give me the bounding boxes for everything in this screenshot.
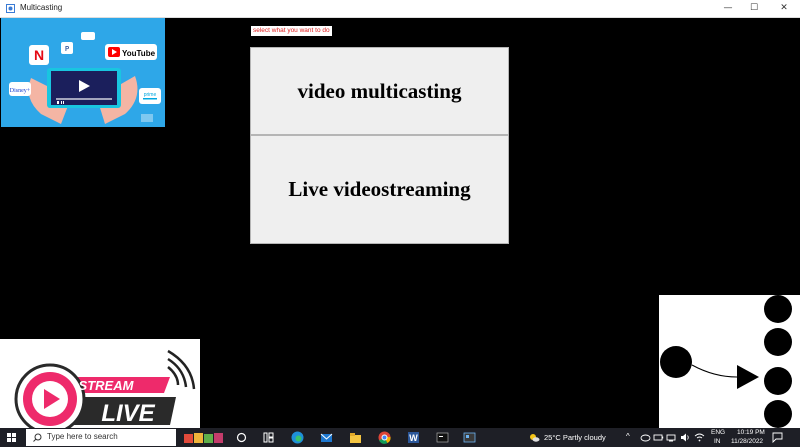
notification-icon[interactable] [772, 432, 783, 443]
window-title: Multicasting [20, 3, 63, 12]
multicast-diagram-image [659, 295, 800, 428]
stream-live-image: STREAM LIVE [0, 339, 200, 428]
wifi-icon[interactable] [694, 432, 705, 443]
widgets-icon[interactable] [183, 431, 225, 444]
folder-icon[interactable] [349, 431, 362, 444]
python-app-icon[interactable] [463, 431, 476, 444]
chrome-icon[interactable] [378, 431, 391, 444]
receiver-node [764, 400, 792, 428]
streaming-apps-image: N P YouTube Disney+ prime [1, 18, 165, 127]
volume-icon[interactable] [680, 432, 691, 443]
source-node [660, 346, 692, 378]
close-button[interactable]: ✕ [770, 0, 798, 17]
instruction-label: select what you want to do [251, 26, 332, 36]
clock-date[interactable]: 11/28/2022 [731, 438, 763, 445]
clock-time[interactable]: 10:19 PM [737, 429, 765, 436]
mail-icon[interactable] [320, 431, 333, 444]
word-icon[interactable]: W [407, 431, 420, 444]
receiver-node [764, 295, 792, 323]
cloud-icon[interactable] [640, 432, 651, 443]
weather-text[interactable]: 25°C Partly cloudy [544, 433, 606, 442]
svg-text:P: P [65, 45, 69, 53]
battery-icon[interactable] [653, 432, 664, 443]
search-icon [33, 433, 42, 442]
edge-icon[interactable] [291, 431, 304, 444]
taskbar: Type here to search W 25°C Partly cloudy… [0, 428, 800, 447]
maximize-button[interactable]: ☐ [740, 0, 768, 17]
video-multicasting-button[interactable]: video multicasting [250, 47, 509, 135]
live-videostreaming-button[interactable]: Live videostreaming [250, 135, 509, 244]
stream-text: STREAM [79, 378, 135, 393]
terminal-icon[interactable] [436, 431, 449, 444]
windows-start-icon[interactable] [0, 428, 24, 447]
svg-text:prime: prime [144, 92, 157, 98]
chevron-up-icon[interactable]: ^ [626, 432, 630, 441]
app-icon [6, 4, 15, 13]
window-title-bar[interactable]: Multicasting — ☐ ✕ [0, 0, 800, 18]
receiver-node [764, 328, 792, 356]
task-view-icon[interactable] [235, 431, 248, 444]
language-line2[interactable]: IN [714, 438, 721, 445]
language-line1[interactable]: ENG [711, 429, 725, 436]
live-text: LIVE [101, 400, 155, 427]
file-explorer-icon[interactable] [262, 431, 275, 444]
taskbar-search-box[interactable]: Type here to search [26, 429, 176, 446]
app-canvas: N P YouTube Disney+ prime select what yo… [0, 18, 800, 428]
svg-text:Disney+: Disney+ [10, 88, 31, 94]
minimize-button[interactable]: — [714, 0, 742, 17]
svg-text:N: N [34, 47, 44, 63]
weather-icon[interactable] [528, 432, 540, 443]
receiver-node [764, 367, 792, 395]
svg-text:W: W [409, 433, 418, 443]
search-placeholder: Type here to search [47, 432, 118, 441]
network-icon[interactable] [666, 432, 677, 443]
svg-text:YouTube: YouTube [122, 49, 156, 58]
